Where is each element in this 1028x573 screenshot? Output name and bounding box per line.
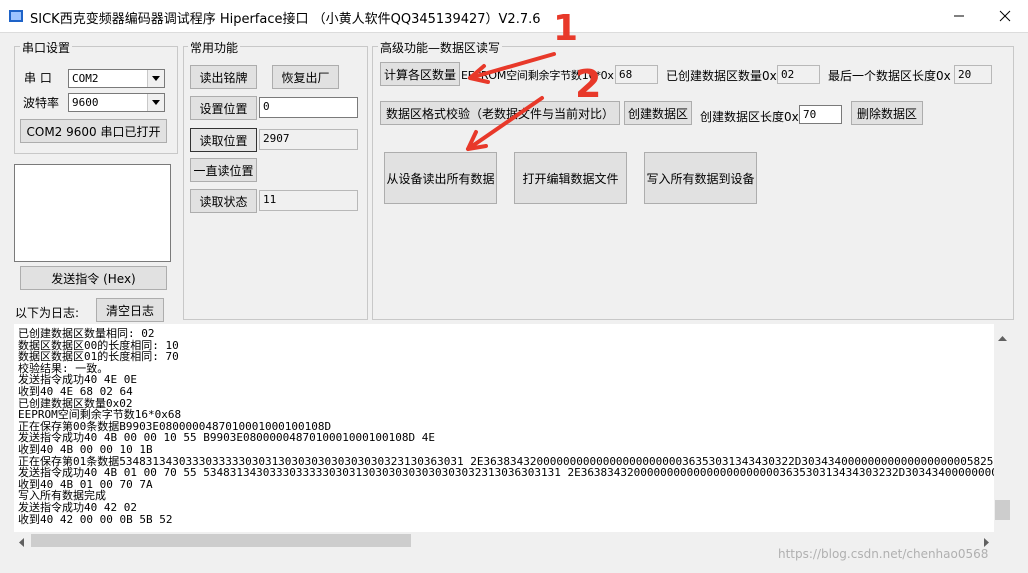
log-line: 发送指令成功40 4B 01 00 70 55 5348313430333033… (18, 466, 994, 480)
serial-status-button[interactable]: COM2 9600 串口已打开 (20, 119, 167, 143)
delete-area-button[interactable]: 删除数据区 (851, 101, 923, 125)
common-functions-title: 常用功能 (188, 39, 241, 56)
create-area-button[interactable]: 创建数据区 (624, 101, 692, 125)
log-line: 收到40 42 00 00 0B 5B 52 (18, 512, 173, 526)
clear-log-button[interactable]: 清空日志 (96, 298, 164, 322)
port-select-value: COM2 (72, 72, 99, 85)
log-line: 收到40 4E 68 02 64 (18, 385, 133, 398)
status-strip (0, 560, 1028, 573)
close-icon (999, 10, 1011, 22)
read-status-value: 11 (259, 190, 358, 211)
app-icon (9, 10, 23, 22)
chevron-down-icon (147, 70, 164, 87)
baud-select[interactable]: 9600 (68, 93, 165, 112)
watermark: https://blog.csdn.net/chenhao0568 (778, 547, 989, 561)
read-position-button[interactable]: 读取位置 (190, 128, 257, 152)
created-count-value: 02 (777, 65, 820, 84)
set-position-button[interactable]: 设置位置 (190, 96, 257, 120)
last-area-length-label: 最后一个数据区长度0x (828, 69, 951, 83)
scroll-left-icon[interactable] (19, 536, 24, 550)
last-area-length-value: 20 (954, 65, 992, 84)
close-button[interactable] (982, 0, 1028, 32)
log-line: 已创建数据区数量相同: 02 (18, 327, 155, 340)
annotation-number-2: 2 (575, 62, 602, 106)
continuous-read-button[interactable]: 一直读位置 (190, 158, 257, 182)
vertical-scroll-thumb[interactable] (995, 500, 1010, 520)
factory-reset-button[interactable]: 恢复出厂 (272, 65, 339, 89)
minimize-button[interactable] (936, 0, 982, 32)
read-position-value: 2907 (259, 129, 358, 150)
set-position-input[interactable]: 0 (259, 97, 358, 118)
minimize-icon (954, 15, 964, 17)
baud-select-value: 9600 (72, 96, 99, 109)
scroll-up-icon[interactable] (998, 330, 1007, 344)
send-command-button[interactable]: 发送指令 (Hex) (20, 266, 167, 290)
read-nameplate-button[interactable]: 读出铭牌 (190, 65, 257, 89)
vertical-scrollbar[interactable] (994, 324, 1011, 532)
log-line: 收到40 4B 00 00 10 1B (18, 443, 153, 456)
read-status-button[interactable]: 读取状态 (190, 189, 257, 213)
create-length-input[interactable]: 70 (799, 105, 842, 124)
baud-label: 波特率 (23, 96, 60, 110)
log-line: 发送指令成功40 42 02 (18, 501, 137, 514)
chevron-down-icon (147, 94, 164, 111)
command-input[interactable] (14, 164, 171, 262)
log-label: 以下为日志: (15, 306, 80, 320)
write-all-data-button[interactable]: 写入所有数据到设备 (644, 152, 757, 204)
serial-settings-title: 串口设置 (20, 39, 73, 56)
port-select[interactable]: COM2 (68, 69, 165, 88)
created-count-label: 已创建数据区数量0x (666, 69, 777, 83)
arrow-2-line (466, 96, 544, 151)
eeprom-value: 68 (615, 65, 658, 84)
create-length-label: 创建数据区长度0x (700, 110, 799, 124)
port-label: 串 口 (24, 71, 52, 85)
log-output[interactable]: 已创建数据区数量相同: 02 数据区数据区00的长度相同: 10 数据区数据区01的… (14, 324, 994, 532)
horizontal-scroll-thumb[interactable] (31, 534, 411, 547)
annotation-number-1: 1 (553, 8, 579, 49)
